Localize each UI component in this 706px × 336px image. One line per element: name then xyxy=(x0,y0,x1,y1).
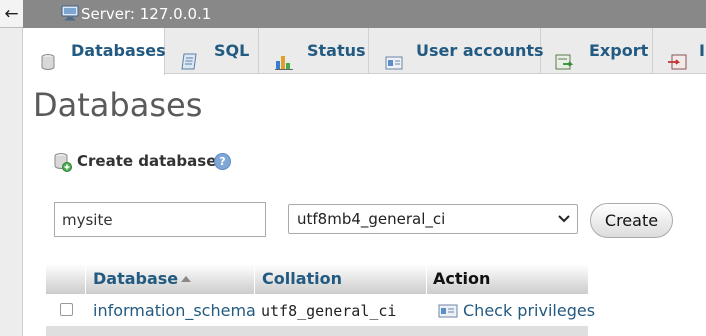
check-privileges-link[interactable]: Check privileges xyxy=(463,301,595,320)
column-divider xyxy=(85,264,86,294)
export-icon xyxy=(555,42,575,88)
help-icon[interactable]: ? xyxy=(214,153,231,170)
server-breadcrumb-bar: Server: 127.0.0.1 xyxy=(23,0,706,28)
tab-label: SQL xyxy=(214,41,250,60)
tab-databases[interactable]: Databases xyxy=(23,28,166,75)
column-divider xyxy=(254,264,255,294)
tab-label: Status xyxy=(307,41,366,60)
status-icon xyxy=(275,42,293,88)
left-panel xyxy=(0,0,23,336)
column-divider xyxy=(426,264,427,294)
server-breadcrumb-link[interactable]: Server: 127.0.0.1 xyxy=(81,5,211,23)
sort-ascending-icon[interactable] xyxy=(181,276,191,282)
tab-export[interactable]: Export xyxy=(541,28,653,74)
privileges-icon[interactable] xyxy=(438,303,458,322)
users-icon xyxy=(385,42,403,88)
collation-value: utf8_general_ci xyxy=(261,302,397,320)
column-header-collation[interactable]: Collation xyxy=(262,264,342,294)
row-checkbox[interactable] xyxy=(60,303,73,316)
database-name-link[interactable]: information_schema xyxy=(93,301,256,320)
create-database-label: Create database xyxy=(77,152,217,170)
sql-icon xyxy=(181,42,199,88)
main-tabs: Databases SQL Status User accounts Expor… xyxy=(23,28,706,75)
tab-label: I xyxy=(699,41,705,60)
page-title: Databases xyxy=(33,86,203,124)
create-button[interactable]: Create xyxy=(590,203,673,238)
server-icon xyxy=(61,5,79,25)
tab-label: Databases xyxy=(71,41,166,60)
chevron-down-icon xyxy=(557,207,571,241)
tab-import[interactable]: I xyxy=(653,28,706,74)
tab-user-accounts[interactable]: User accounts xyxy=(369,28,544,74)
database-icon xyxy=(41,42,55,88)
collation-selected-value: utf8mb4_general_ci xyxy=(297,210,446,228)
column-header-action: Action xyxy=(433,269,491,288)
add-database-icon xyxy=(53,152,73,176)
tab-status[interactable]: Status xyxy=(259,28,369,74)
collation-select[interactable]: utf8mb4_general_ci xyxy=(288,204,578,234)
table-row xyxy=(46,326,588,336)
table-header: Database Collation Action xyxy=(46,264,588,294)
column-header-database[interactable]: Database xyxy=(93,264,178,294)
tab-sql[interactable]: SQL xyxy=(165,28,259,74)
back-arrow-button[interactable]: ← xyxy=(0,0,23,28)
tab-label: Export xyxy=(589,41,649,60)
import-icon xyxy=(667,42,687,88)
table-row: information_schema utf8_general_ci Check… xyxy=(46,294,595,326)
database-name-input[interactable] xyxy=(54,202,266,237)
tab-label: User accounts xyxy=(416,41,544,60)
